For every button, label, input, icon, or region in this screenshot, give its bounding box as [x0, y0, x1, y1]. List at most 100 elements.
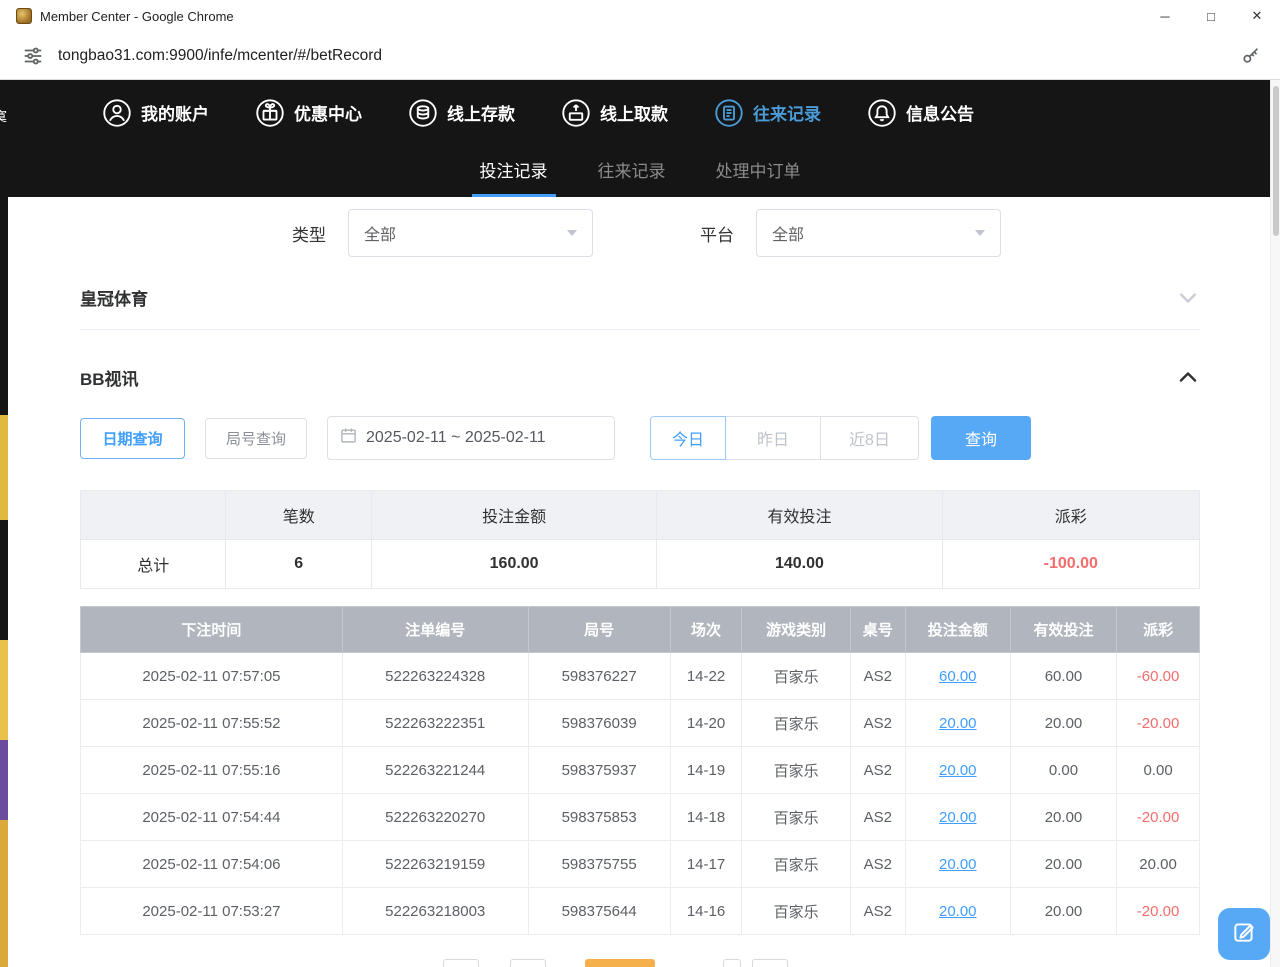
tab-bet-records[interactable]: 投注记录 [472, 145, 556, 197]
summary-corner [81, 491, 226, 540]
round-number: 598375644 [528, 888, 670, 935]
header-table-number: 桌号 [850, 607, 905, 653]
bet-time: 2025-02-11 07:53:27 [81, 888, 343, 935]
address-bar[interactable]: tongbao31.com:9900/infe/mcenter/#/betRec… [0, 32, 1280, 80]
date-query-button[interactable]: 日期查询 [80, 418, 185, 459]
platform-select[interactable]: 全部 [756, 209, 1001, 257]
game-type: 百家乐 [742, 747, 851, 794]
pagination-item[interactable] [723, 959, 741, 967]
round-number: 598375937 [528, 747, 670, 794]
section-bb-video[interactable]: BB视讯 [80, 345, 1200, 409]
date-range-input[interactable]: 2025-02-11 ~ 2025-02-11 [327, 416, 615, 460]
nav-item-my-account[interactable]: 我的账户 [102, 98, 209, 128]
round-number: 598376227 [528, 653, 670, 700]
summary-valid-bet: 140.00 [657, 540, 942, 589]
bet-amount-link[interactable]: 20.00 [905, 794, 1010, 841]
type-filter-group: 类型 全部 [292, 209, 593, 257]
game-type: 百家乐 [742, 700, 851, 747]
payout-value: -20.00 [1117, 794, 1200, 841]
search-button[interactable]: 查询 [931, 416, 1031, 460]
nav-item-transaction-records[interactable]: 往来记录 [714, 98, 821, 128]
summary-header-count: 笔数 [226, 491, 371, 540]
nav-item-online-withdraw[interactable]: 线上取款 [561, 98, 668, 128]
today-button[interactable]: 今日 [650, 416, 726, 460]
site-settings-icon[interactable] [22, 45, 44, 67]
nav-label: 优惠中心 [294, 100, 362, 125]
deposit-coins-icon [408, 98, 438, 128]
bet-number: 522263221244 [342, 747, 528, 794]
chevron-down-icon[interactable] [1176, 286, 1200, 310]
date-range-value: 2025-02-11 ~ 2025-02-11 [366, 429, 546, 447]
background-window-strip: 寞 [0, 80, 8, 967]
header-payout: 派彩 [1117, 607, 1200, 653]
pagination-item[interactable] [752, 959, 788, 967]
bet-amount-link[interactable]: 20.00 [905, 747, 1010, 794]
page-scrollbar[interactable] [1270, 80, 1280, 967]
bet-amount-link[interactable]: 20.00 [905, 700, 1010, 747]
nav-label: 往来记录 [753, 100, 821, 125]
record-tabs: 投注记录 往来记录 处理中订单 [0, 145, 1280, 197]
bet-number: 522263224328 [342, 653, 528, 700]
last-8-days-button[interactable]: 近8日 [820, 416, 919, 460]
round-query-button[interactable]: 局号查询 [205, 418, 307, 459]
pagination-item-current[interactable] [585, 959, 655, 967]
chevron-up-icon[interactable] [1176, 365, 1200, 389]
url-text[interactable]: tongbao31.com:9900/infe/mcenter/#/betRec… [58, 47, 1240, 65]
records-icon [714, 98, 744, 128]
scrollbar-thumb[interactable] [1273, 86, 1279, 236]
pagination-item[interactable] [443, 959, 479, 967]
tab-transaction-records[interactable]: 往来记录 [590, 145, 674, 197]
summary-count: 6 [226, 540, 371, 589]
section-crown-sports[interactable]: 皇冠体育 [80, 266, 1200, 330]
round-number: 598376039 [528, 700, 670, 747]
bet-amount-link[interactable]: 20.00 [905, 841, 1010, 888]
strip-block [0, 740, 8, 820]
bet-number: 522263219159 [342, 841, 528, 888]
table-row: 2025-02-11 07:54:06 522263219159 5983757… [81, 841, 1200, 888]
nav-item-promo-center[interactable]: 优惠中心 [255, 98, 362, 128]
payout-value: -60.00 [1117, 653, 1200, 700]
maximize-button[interactable]: □ [1188, 0, 1234, 32]
yesterday-button[interactable]: 昨日 [725, 416, 821, 460]
nav-item-online-deposit[interactable]: 线上存款 [408, 98, 515, 128]
password-key-icon[interactable] [1240, 45, 1262, 67]
bet-time: 2025-02-11 07:54:06 [81, 841, 343, 888]
window-controls: ─ □ ✕ [1142, 0, 1280, 32]
payout-value: -20.00 [1117, 700, 1200, 747]
calendar-icon [340, 427, 357, 449]
chevron-down-icon [567, 230, 577, 236]
feedback-fab-button[interactable] [1218, 908, 1270, 960]
summary-header-valid-bet: 有效投注 [657, 491, 942, 540]
bet-time: 2025-02-11 07:55:16 [81, 747, 343, 794]
minimize-button[interactable]: ─ [1142, 0, 1188, 32]
valid-bet: 20.00 [1010, 841, 1116, 888]
summary-row-label: 总计 [81, 540, 226, 589]
game-type: 百家乐 [742, 794, 851, 841]
type-filter-label: 类型 [292, 221, 326, 246]
tab-processing-orders[interactable]: 处理中订单 [708, 145, 809, 197]
session: 14-22 [670, 653, 742, 700]
valid-bet: 20.00 [1010, 888, 1116, 935]
type-select[interactable]: 全部 [348, 209, 593, 257]
bet-amount-link[interactable]: 20.00 [905, 888, 1010, 935]
platform-select-value: 全部 [772, 221, 804, 245]
bet-number: 522263220270 [342, 794, 528, 841]
round-number: 598375755 [528, 841, 670, 888]
table-row: 2025-02-11 07:55:52 522263222351 5983760… [81, 700, 1200, 747]
table-number: AS2 [850, 888, 905, 935]
close-button[interactable]: ✕ [1234, 0, 1280, 32]
pagination-item[interactable] [510, 959, 546, 967]
payout-value: 0.00 [1117, 747, 1200, 794]
bell-icon [867, 98, 897, 128]
nav-label: 信息公告 [906, 100, 974, 125]
withdraw-icon [561, 98, 591, 128]
window-title-bar: Member Center - Google Chrome ─ □ ✕ [0, 0, 1280, 32]
nav-item-announcements[interactable]: 信息公告 [867, 98, 974, 128]
bet-amount-link[interactable]: 60.00 [905, 653, 1010, 700]
section-title: BB视讯 [80, 365, 139, 390]
minimize-icon: ─ [1160, 9, 1169, 24]
summary-table: 笔数 投注金额 有效投注 派彩 总计 6 160.00 140.00 -100.… [80, 490, 1200, 589]
session: 14-16 [670, 888, 742, 935]
bet-number: 522263218003 [342, 888, 528, 935]
summary-header-payout: 派彩 [942, 491, 1199, 540]
